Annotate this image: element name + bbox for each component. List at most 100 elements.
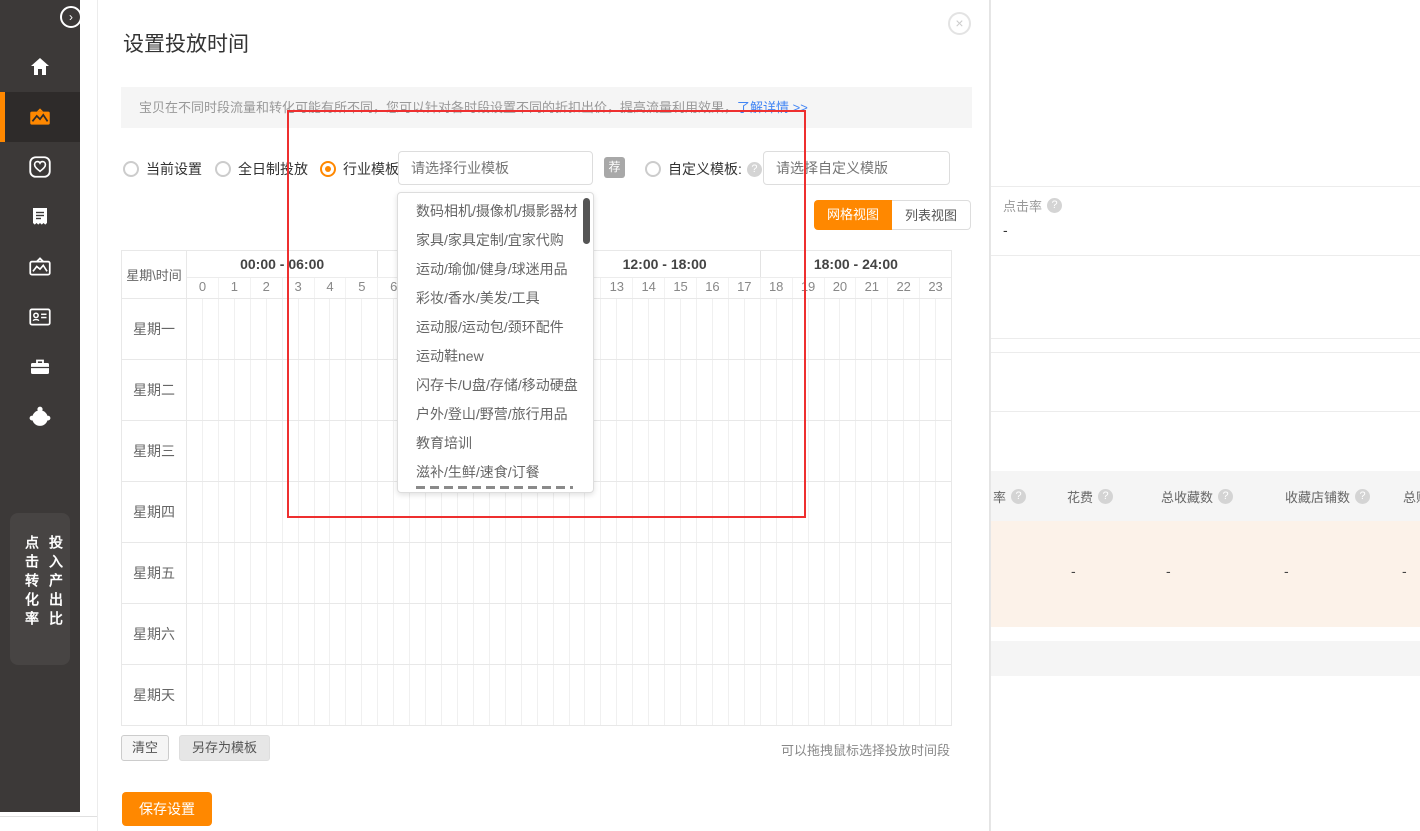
close-icon[interactable]: ×	[948, 12, 971, 35]
schedule-cell[interactable]	[600, 421, 616, 481]
schedule-cell[interactable]	[680, 299, 696, 359]
schedule-cell[interactable]	[218, 665, 234, 725]
schedule-cell[interactable]	[712, 360, 728, 420]
schedule-cell[interactable]	[425, 665, 441, 725]
schedule-cell[interactable]	[919, 482, 935, 542]
schedule-cell[interactable]	[696, 421, 712, 481]
schedule-cell[interactable]	[345, 604, 361, 664]
schedule-cell[interactable]	[218, 543, 234, 603]
schedule-cell[interactable]	[919, 604, 935, 664]
schedule-cell[interactable]	[377, 360, 393, 420]
schedule-cell[interactable]	[329, 299, 345, 359]
schedule-cell[interactable]	[808, 665, 824, 725]
schedule-cell[interactable]	[457, 604, 473, 664]
schedule-cell[interactable]	[792, 482, 808, 542]
schedule-cell[interactable]	[537, 543, 553, 603]
schedule-cell[interactable]	[187, 665, 202, 725]
schedule-cell[interactable]	[345, 543, 361, 603]
schedule-cell[interactable]	[824, 299, 840, 359]
option-industry-template[interactable]: 行业模板:	[320, 159, 403, 179]
dropdown-item[interactable]: 数码相机/摄像机/摄影器材	[398, 197, 593, 226]
option-custom-template[interactable]: 自定义模板: ?	[645, 159, 762, 179]
schedule-cell[interactable]	[393, 665, 409, 725]
schedule-cell[interactable]	[234, 421, 250, 481]
help-icon[interactable]: ?	[1098, 489, 1113, 504]
schedule-cell[interactable]	[298, 299, 314, 359]
schedule-cell[interactable]	[887, 665, 903, 725]
schedule-cell[interactable]	[345, 665, 361, 725]
dropdown-item[interactable]: 闪存卡/U盘/存储/移动硬盘	[398, 371, 593, 400]
schedule-cell[interactable]	[792, 421, 808, 481]
schedule-cell[interactable]	[744, 543, 760, 603]
schedule-cell[interactable]	[648, 360, 664, 420]
schedule-cell[interactable]	[680, 604, 696, 664]
schedule-cell[interactable]	[887, 604, 903, 664]
help-icon[interactable]: ?	[1047, 198, 1062, 213]
schedule-cell[interactable]	[680, 360, 696, 420]
schedule-cell[interactable]	[696, 543, 712, 603]
sidebar-item-promotion[interactable]	[0, 92, 80, 142]
schedule-cell[interactable]	[744, 299, 760, 359]
schedule-cell[interactable]	[361, 543, 377, 603]
schedule-cell[interactable]	[282, 482, 298, 542]
schedule-cell[interactable]	[887, 360, 903, 420]
schedule-cell[interactable]	[393, 604, 409, 664]
schedule-cell[interactable]	[187, 299, 202, 359]
schedule-cell[interactable]	[728, 360, 744, 420]
schedule-cell[interactable]	[329, 421, 345, 481]
grid-view-button[interactable]: 网格视图	[814, 200, 892, 230]
radio-icon[interactable]	[645, 161, 661, 177]
schedule-cell[interactable]	[680, 482, 696, 542]
schedule-cell[interactable]	[250, 421, 266, 481]
schedule-cell[interactable]	[600, 604, 616, 664]
schedule-cell[interactable]	[202, 482, 218, 542]
schedule-cell[interactable]	[489, 665, 505, 725]
schedule-cell[interactable]	[632, 665, 648, 725]
schedule-cell[interactable]	[616, 421, 632, 481]
schedule-cell[interactable]	[744, 421, 760, 481]
schedule-cell[interactable]	[839, 421, 855, 481]
schedule-cell[interactable]	[218, 299, 234, 359]
schedule-cell[interactable]	[776, 665, 792, 725]
schedule-cell[interactable]	[282, 299, 298, 359]
help-icon[interactable]: ?	[1011, 489, 1026, 504]
schedule-cell[interactable]	[808, 543, 824, 603]
option-current-settings[interactable]: 当前设置	[123, 159, 202, 179]
schedule-cell[interactable]	[521, 665, 537, 725]
schedule-cell[interactable]	[425, 543, 441, 603]
schedule-cell[interactable]	[887, 482, 903, 542]
schedule-cell[interactable]	[616, 482, 632, 542]
schedule-cell[interactable]	[855, 299, 871, 359]
schedule-cell[interactable]	[903, 482, 919, 542]
schedule-cell[interactable]	[839, 360, 855, 420]
schedule-cell[interactable]	[728, 299, 744, 359]
schedule-cell[interactable]	[329, 604, 345, 664]
schedule-cell[interactable]	[712, 604, 728, 664]
save-settings-button[interactable]: 保存设置	[122, 792, 212, 826]
radio-icon[interactable]	[123, 161, 139, 177]
schedule-cell[interactable]	[712, 543, 728, 603]
schedule-cell[interactable]	[250, 482, 266, 542]
schedule-cell[interactable]	[760, 482, 776, 542]
schedule-cell[interactable]	[409, 665, 425, 725]
schedule-cell[interactable]	[537, 665, 553, 725]
schedule-cell[interactable]	[202, 360, 218, 420]
schedule-cell[interactable]	[696, 604, 712, 664]
schedule-cell[interactable]	[744, 665, 760, 725]
schedule-cell[interactable]	[473, 604, 489, 664]
schedule-cell[interactable]	[728, 665, 744, 725]
industry-template-select[interactable]	[398, 151, 593, 185]
schedule-cell[interactable]	[903, 360, 919, 420]
schedule-cell[interactable]	[824, 543, 840, 603]
schedule-cell[interactable]	[855, 360, 871, 420]
schedule-cell[interactable]	[282, 360, 298, 420]
learn-more-link[interactable]: 了解详情 >>	[737, 100, 808, 115]
schedule-cell[interactable]	[664, 360, 680, 420]
dropdown-item[interactable]: 运动鞋new	[398, 342, 593, 371]
schedule-cell[interactable]	[760, 604, 776, 664]
schedule-cell[interactable]	[361, 482, 377, 542]
schedule-cell[interactable]	[489, 543, 505, 603]
schedule-cell[interactable]	[345, 482, 361, 542]
schedule-cell[interactable]	[855, 543, 871, 603]
schedule-cell[interactable]	[616, 665, 632, 725]
